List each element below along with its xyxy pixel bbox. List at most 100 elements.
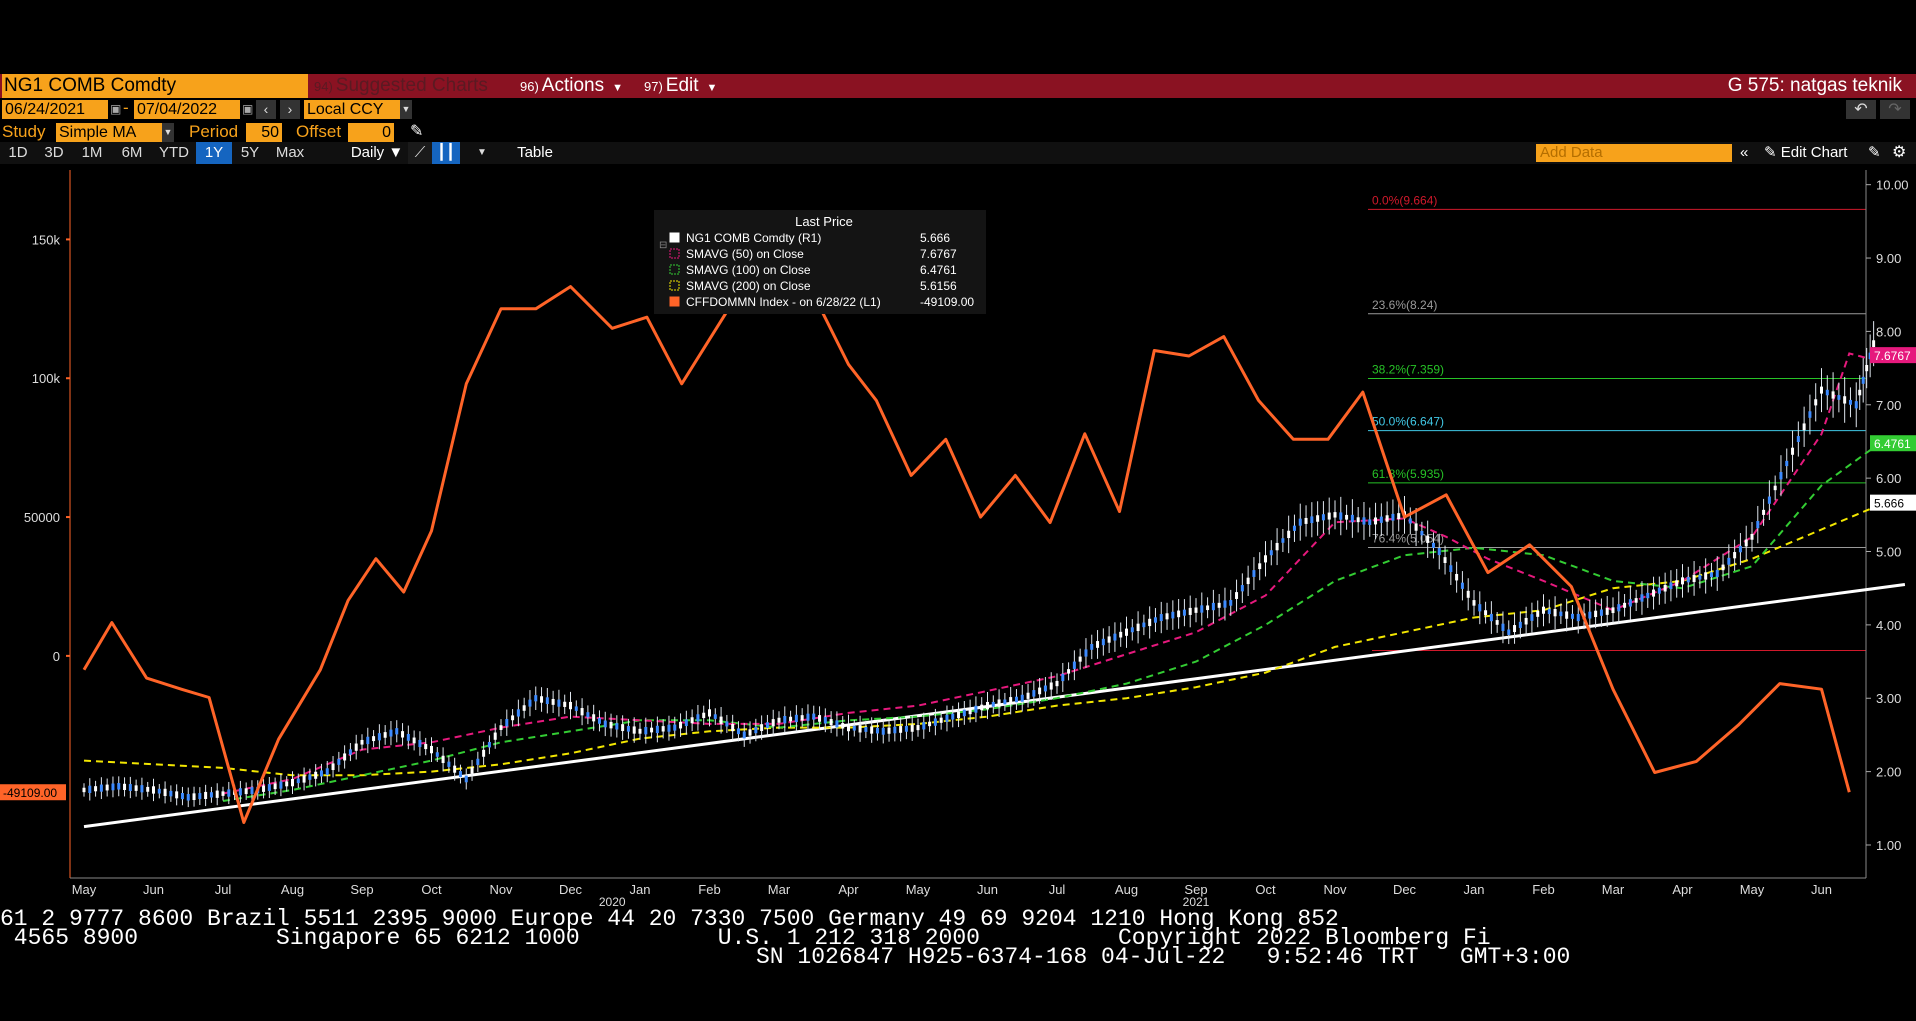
price-candle [644,726,648,735]
price-candle [1246,577,1250,585]
price-candle [1223,600,1227,608]
price-candle [534,695,538,702]
price-candle [493,732,497,740]
price-candle [1681,577,1684,585]
month-label: Oct [421,882,442,897]
price-candle [1310,516,1314,524]
price-candle [928,721,932,727]
price-candle [1773,485,1777,491]
price-candle [580,708,584,716]
month-label: Nov [1323,882,1347,897]
legend-entry-value: 7.6767 [920,247,957,261]
price-candle [986,701,989,710]
price-candle [847,723,850,732]
month-label: Jun [977,882,998,897]
price-candle [1547,608,1551,615]
price-candle [314,771,318,779]
price-candle [1397,513,1401,519]
price-candle [175,791,179,799]
price-candle [667,724,671,732]
price-candle [152,786,155,794]
price-candle [302,775,306,783]
month-label: Nov [489,882,513,897]
price-candle [389,729,393,737]
price-candle [511,715,515,721]
price-candle [1692,574,1696,583]
price-candle [331,763,335,771]
price-candle [1078,656,1082,662]
price-candle [134,785,138,791]
cftc-line [82,237,1851,824]
price-candle [1333,512,1337,518]
price-candle [1559,611,1563,617]
sma50-line [222,352,1878,795]
price-candle [1576,613,1580,622]
price-candle [1304,517,1308,524]
price-candle [209,792,213,798]
price-candle [1084,649,1088,657]
price-candle [1872,340,1876,347]
month-label: Mar [768,882,791,897]
price-candle [505,719,509,727]
price-candle [1426,535,1430,543]
price-candle [806,713,810,721]
price-candle [1686,576,1690,583]
price-candle [569,701,572,710]
collapse-icon[interactable]: ⊟ [659,240,667,251]
price-candle [754,726,758,734]
price-candle [939,717,943,723]
price-candle [1599,609,1603,616]
price-candle [1177,610,1181,618]
month-label: Dec [1393,882,1417,897]
price-candle [1252,570,1256,577]
price-candle [690,717,694,724]
price-candle [771,719,775,727]
month-label: Jul [1049,882,1066,897]
price-candle [765,722,769,729]
price-candle [1414,523,1418,531]
price-candle [516,709,520,717]
price-candle [725,721,729,727]
price-candle [1142,622,1146,628]
price-candle [1657,587,1661,594]
price-candle [1379,516,1383,523]
price-candle [1594,610,1598,618]
price-candle [1843,396,1847,404]
price-candle [615,723,619,730]
price-candle [1460,582,1464,589]
price-candle [1072,661,1076,669]
price-candle [128,784,132,791]
price-candle [1038,687,1042,695]
price-candle [1014,696,1018,703]
price-candle [1356,517,1360,523]
price-candle [1478,604,1482,612]
price-candle [1588,611,1592,619]
price-candle [731,724,735,732]
price-candle [922,722,926,730]
price-candle [1808,411,1812,418]
price-candle [1437,547,1441,556]
price-candle [430,745,433,754]
right-tick-label: 7.00 [1876,398,1901,413]
price-candle [441,755,445,764]
price-candle [1542,606,1545,614]
price-candle [418,739,422,748]
price-candle [1159,614,1163,622]
legend-entry-name: CFFDOMMN Index - on 6/28/22 (L1) [686,295,881,309]
price-candle [997,699,1001,707]
month-label: Mar [1602,882,1625,897]
price-candle [1854,401,1858,409]
price-candle [1003,699,1007,705]
price-candle [835,720,839,728]
price-candle [1472,600,1476,606]
price-candle [1391,513,1395,521]
price-candle [499,725,503,730]
price-candle [1848,399,1852,405]
price-candle [1275,542,1279,551]
price-candle [1292,525,1296,531]
price-candle [1518,621,1522,628]
price-candle [1825,389,1829,396]
price-candle [1130,627,1134,633]
price-candle [146,786,150,792]
price-candle [1368,519,1372,525]
